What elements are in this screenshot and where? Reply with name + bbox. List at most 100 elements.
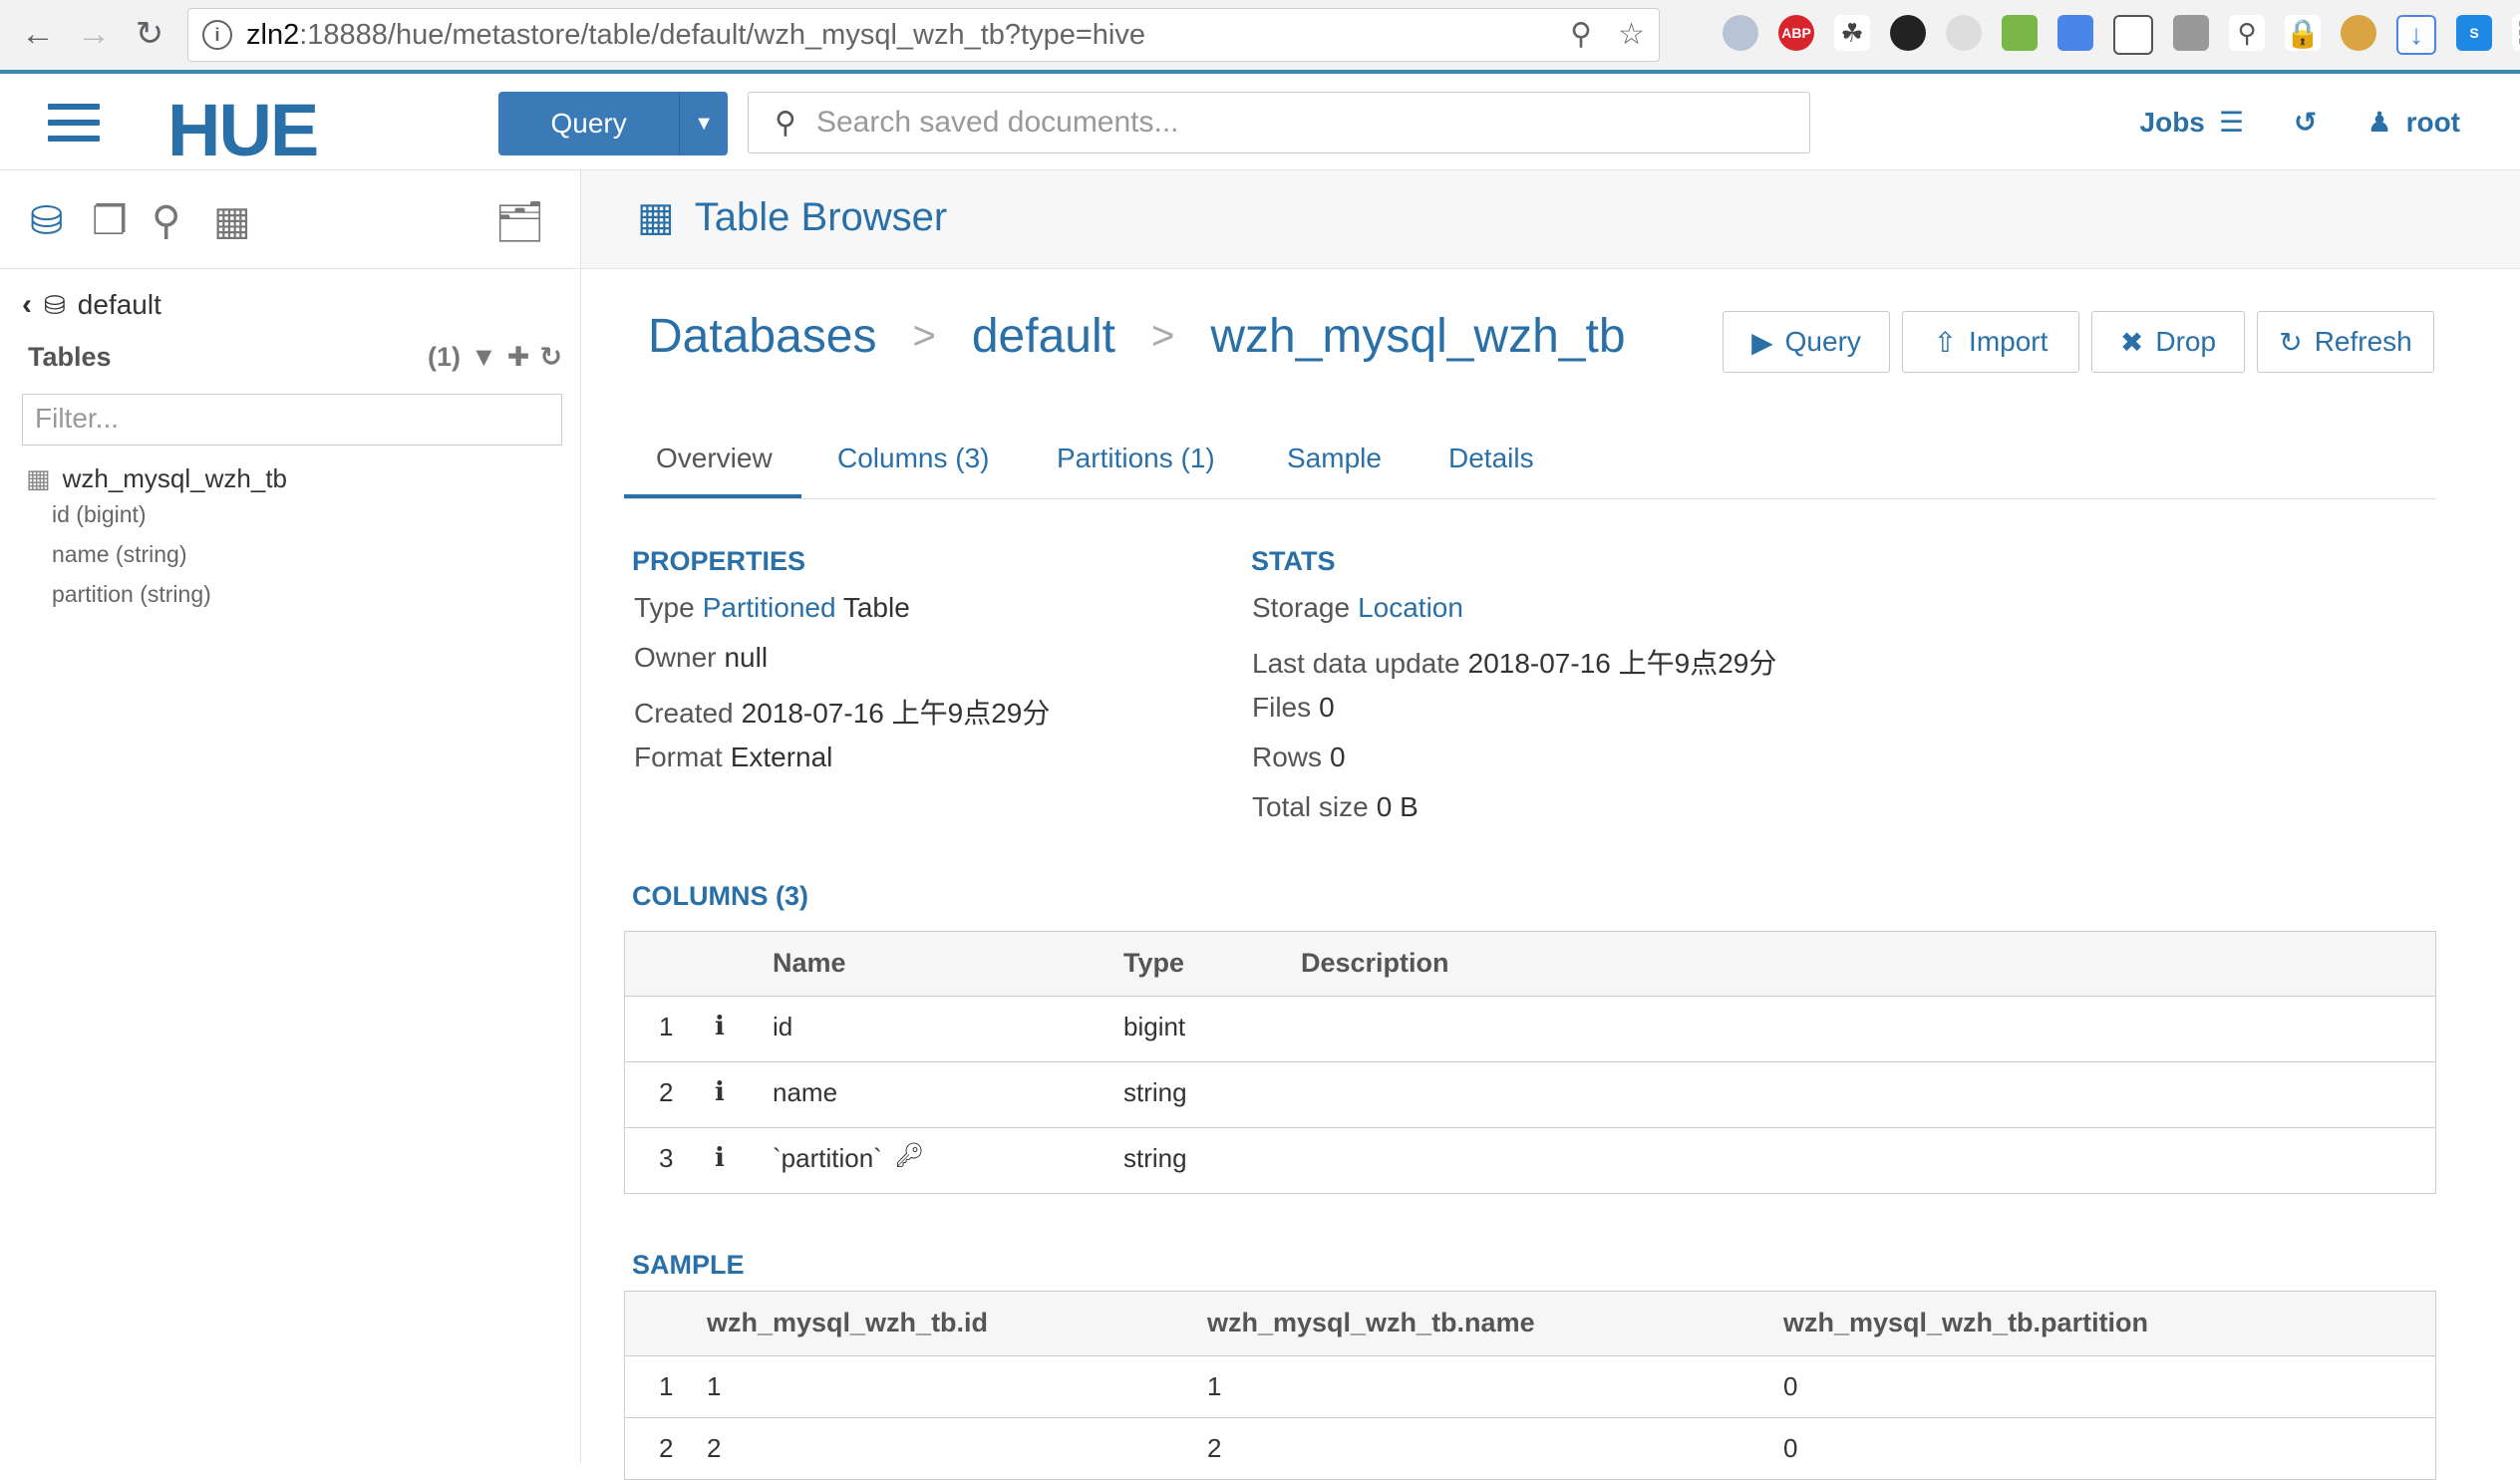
query-table-button[interactable]: ▶ Query <box>1723 311 1890 373</box>
tree-table-item[interactable]: ▦ wzh_mysql_wzh_tb <box>26 463 287 494</box>
adblock-plus-icon[interactable]: ABP <box>1778 15 1814 51</box>
forward-arrow-icon[interactable]: → <box>72 12 116 56</box>
table-actions: ▶ Query ⇧ Import ✖ Drop ↻ Refresh <box>1723 311 2434 373</box>
partitioned-link[interactable]: Partitioned <box>703 592 836 623</box>
site-info-icon[interactable]: i <box>202 20 232 50</box>
sample-header-id[interactable]: wzh_mysql_wzh_tb.id <box>707 1308 988 1338</box>
search-input[interactable] <box>813 105 1716 141</box>
grid-icon[interactable]: ▦ <box>213 198 251 244</box>
back-arrow-icon[interactable]: ← <box>16 12 60 56</box>
lock-icon[interactable]: 🔒 <box>2285 15 2321 51</box>
stat-label: Total size <box>1252 791 1369 822</box>
stat-value: 2018-07-16 上午9点29分 <box>1467 648 1777 679</box>
folder-icon[interactable]: 🗂 <box>494 198 545 245</box>
assist-panel-tabs: ⛁ ❐ ⚲ ▦ 🗂 <box>0 170 580 269</box>
tree-column-item[interactable]: name (string) <box>52 541 186 568</box>
magnifier-icon[interactable]: ⚲ <box>2229 15 2265 51</box>
extensions-strip: ABP ☘ ⚲ 🔒 ↓ S ⋮ <box>1723 15 2520 55</box>
printer-icon[interactable] <box>2002 15 2038 51</box>
add-icon[interactable]: ✚ <box>507 342 530 373</box>
close-x-icon: ✖ <box>2119 326 2144 358</box>
database-nav[interactable]: ‹ ⛁ default <box>22 288 161 322</box>
evernote-icon[interactable]: ☘ <box>1834 15 1870 51</box>
column-name-link[interactable]: id <box>773 1012 792 1042</box>
property-type: Type Partitioned Table <box>634 592 910 624</box>
filter-icon[interactable]: ▼ <box>471 342 497 373</box>
address-bar[interactable]: i zln2 :18888/hue/metastore/table/defaul… <box>187 8 1660 62</box>
stat-label: Files <box>1252 692 1312 723</box>
tab-columns[interactable]: Columns (3) <box>837 443 989 474</box>
property-created: Created 2018-07-16 上午9点29分 <box>634 692 1050 732</box>
breadcrumb-database[interactable]: default <box>972 309 1115 364</box>
breadcrumb-databases[interactable]: Databases <box>648 309 876 364</box>
info-icon[interactable]: i <box>715 1077 725 1107</box>
property-label: Format <box>634 741 723 772</box>
database-name[interactable]: default <box>78 289 161 321</box>
query-dropdown-button[interactable]: Query ▼ <box>498 92 728 155</box>
table-tabs: Overview Columns (3) Partitions (1) Samp… <box>624 429 2436 499</box>
database-icon[interactable]: ⛁ <box>30 198 64 244</box>
tab-partitions[interactable]: Partitions (1) <box>1057 443 1215 474</box>
cookie-icon[interactable] <box>2341 15 2376 51</box>
extension-sphere-icon[interactable] <box>1946 15 1982 51</box>
stat-rows: Rows 0 <box>1252 741 1346 773</box>
s-extension-icon[interactable]: S <box>2456 15 2492 51</box>
documents-icon[interactable]: ❐ <box>92 198 128 244</box>
columns-section-title[interactable]: COLUMNS (3) <box>632 881 808 912</box>
reload-icon[interactable]: ↻ <box>128 12 171 56</box>
hue-logo[interactable]: HUE <box>167 88 319 172</box>
sample-cell: 2 <box>707 1433 722 1463</box>
info-icon[interactable]: i <box>715 1143 725 1173</box>
column-header-type[interactable]: Type <box>1123 948 1184 979</box>
hamburger-menu-icon[interactable] <box>48 104 100 151</box>
key-icon[interactable]: ⚲ <box>1570 17 1592 52</box>
history-icon[interactable]: ↺ <box>2294 106 2317 139</box>
info-icon[interactable]: i <box>715 1012 725 1041</box>
refresh-button[interactable]: ↻ Refresh <box>2257 311 2434 373</box>
column-header-description[interactable]: Description <box>1301 948 1449 979</box>
property-label: Owner <box>634 642 717 673</box>
tab-sample[interactable]: Sample <box>1287 443 1382 474</box>
jobs-button[interactable]: Jobs ☰ <box>2140 106 2244 139</box>
download-icon[interactable]: ↓ <box>2396 15 2436 55</box>
row-number: 3 <box>659 1143 674 1173</box>
chevron-left-icon[interactable]: ‹ <box>22 288 32 322</box>
table-grid-icon: ▦ <box>637 195 675 239</box>
sample-header-name[interactable]: wzh_mysql_wzh_tb.name <box>1207 1308 1535 1338</box>
sample-header-partition[interactable]: wzh_mysql_wzh_tb.partition <box>1783 1308 2148 1338</box>
browser-toolbar: ← → ↻ i zln2 :18888/hue/metastore/table/… <box>0 0 2520 71</box>
drop-button[interactable]: ✖ Drop <box>2091 311 2245 373</box>
tree-column-item[interactable]: id (bigint) <box>52 501 147 528</box>
tab-overview[interactable]: Overview <box>656 443 773 474</box>
search-documents-box[interactable]: ⚲ <box>748 92 1810 153</box>
row-number: 1 <box>659 1371 674 1401</box>
column-header-name[interactable]: Name <box>773 948 846 979</box>
refresh-icon[interactable]: ↻ <box>539 342 562 373</box>
column-name-link[interactable]: `partition` <box>773 1143 882 1174</box>
qr-code-icon[interactable] <box>2113 15 2153 55</box>
filter-input[interactable]: Filter... <box>22 394 562 445</box>
caret-down-icon[interactable]: ▼ <box>679 92 728 155</box>
more-menu-icon[interactable]: ⋮ <box>2507 15 2520 51</box>
jobs-list-icon: ☰ <box>2218 107 2244 138</box>
import-button[interactable]: ⇧ Import <box>1902 311 2079 373</box>
stats-title: STATS <box>1251 546 1336 576</box>
tree-column-item[interactable]: partition (string) <box>52 581 211 608</box>
stat-label: Storage <box>1252 592 1351 623</box>
extension-circle-icon[interactable] <box>1723 15 1758 51</box>
column-type: string <box>1123 1143 1187 1173</box>
tab-details[interactable]: Details <box>1448 443 1534 474</box>
query-button-label[interactable]: Query <box>498 92 679 155</box>
google-translate-icon[interactable] <box>2057 15 2093 51</box>
column-name-link[interactable]: name <box>773 1077 837 1108</box>
location-link[interactable]: Location <box>1358 592 1463 623</box>
refresh-icon: ↻ <box>2279 326 2303 358</box>
bookmark-star-icon[interactable]: ☆ <box>1618 17 1645 52</box>
search-zoom-icon[interactable]: ⚲ <box>152 198 180 244</box>
camera-lens-icon[interactable] <box>1890 15 1926 51</box>
user-menu[interactable]: ♟ root <box>2366 106 2460 139</box>
extension-gray-icon[interactable] <box>2173 15 2209 51</box>
tree-table-name[interactable]: wzh_mysql_wzh_tb <box>63 463 287 494</box>
sample-table: wzh_mysql_wzh_tb.id wzh_mysql_wzh_tb.nam… <box>624 1291 2436 1480</box>
sample-section-title[interactable]: SAMPLE <box>632 1250 745 1281</box>
